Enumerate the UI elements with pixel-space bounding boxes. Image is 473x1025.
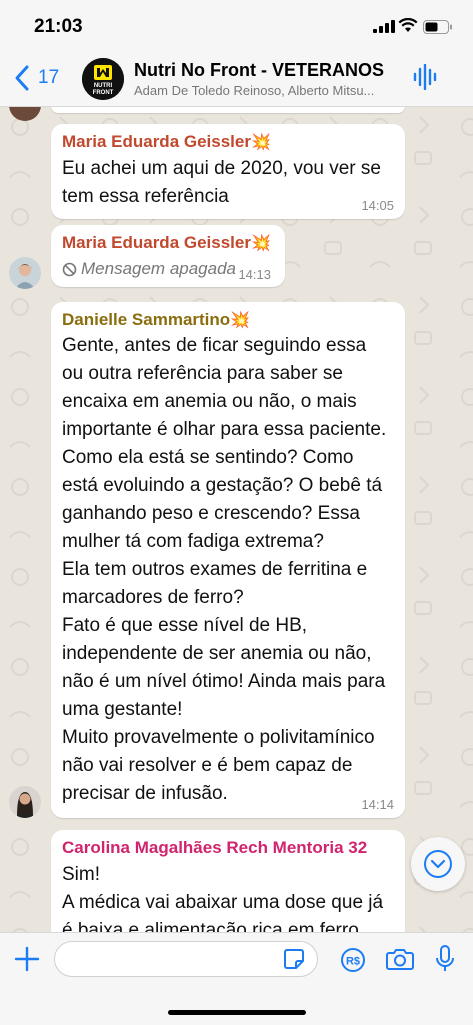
message-time: 14:14 <box>361 797 394 812</box>
sender-avatar[interactable] <box>9 786 41 818</box>
sender-name[interactable]: Maria Eduarda Geissler💥 <box>62 233 273 253</box>
message-bubble-deleted[interactable]: Maria Eduarda Geissler💥 Mensagem apagada… <box>51 225 285 287</box>
svg-text:R$: R$ <box>346 956 360 968</box>
unread-count[interactable]: 17 <box>38 67 59 89</box>
deleted-text: Mensagem apagada <box>81 259 237 278</box>
blocked-icon <box>62 262 77 276</box>
group-title[interactable]: Nutri No Front - VETERANOS <box>134 60 384 81</box>
message-list[interactable]: Maria Eduarda Geissler💥 Eu achei um aqui… <box>0 107 473 932</box>
sender-name[interactable]: Carolina Magalhães Rech Mentoria 32 <box>62 838 393 858</box>
message-bubble-prev <box>51 107 405 113</box>
battery-icon <box>423 20 452 34</box>
group-avatar[interactable]: NUTRI FRONT <box>82 58 124 100</box>
message-time: 14:05 <box>361 198 394 213</box>
message-text: Gente, antes de ficar seguindo essa ou o… <box>62 335 387 804</box>
sticker-icon[interactable] <box>283 948 305 970</box>
status-time: 21:03 <box>34 16 83 37</box>
message-input[interactable] <box>54 941 318 977</box>
logo-line1: NUTRI <box>94 83 113 89</box>
audio-call-icon[interactable] <box>412 64 438 90</box>
group-members[interactable]: Adam De Toledo Reinoso, Alberto Mitsu... <box>134 83 404 98</box>
scroll-down-button[interactable] <box>411 837 465 891</box>
payment-icon[interactable]: R$ <box>340 947 366 973</box>
camera-icon[interactable] <box>386 947 414 971</box>
microphone-icon[interactable] <box>434 945 456 973</box>
wifi-icon <box>398 18 418 32</box>
chat-header: 17 NUTRI FRONT Nutri No Front - VETERANO… <box>0 50 473 107</box>
sender-avatar[interactable] <box>9 257 41 289</box>
back-chevron-icon[interactable] <box>14 64 30 92</box>
group-logo: NUTRI FRONT <box>82 58 124 100</box>
sender-name[interactable]: Maria Eduarda Geissler💥 <box>62 132 393 152</box>
status-bar: 21:03 <box>0 0 473 50</box>
message-time: 14:13 <box>238 267 271 282</box>
chevron-down-icon <box>424 850 452 878</box>
message-text: Sim! A médica vai abaixar uma dose que j… <box>62 864 384 932</box>
sender-name[interactable]: Danielle Sammartino💥 <box>62 310 393 330</box>
composer-bar: R$ <box>0 932 473 1025</box>
explosion-emoji: 💥 <box>250 134 271 151</box>
message-bubble[interactable]: Danielle Sammartino💥 Gente, antes de fic… <box>51 302 405 818</box>
logo-line2: FRONT <box>93 90 114 96</box>
plus-icon[interactable] <box>14 946 40 972</box>
message-text: Eu achei um aqui de 2020, vou ver se tem… <box>62 158 381 207</box>
signal-icon <box>373 20 395 33</box>
message-bubble[interactable]: Carolina Magalhães Rech Mentoria 32 Sim!… <box>51 830 405 932</box>
home-indicator <box>168 1010 306 1015</box>
message-bubble[interactable]: Maria Eduarda Geissler💥 Eu achei um aqui… <box>51 124 405 219</box>
explosion-emoji: 💥 <box>250 235 271 252</box>
explosion-emoji: 💥 <box>230 312 251 329</box>
